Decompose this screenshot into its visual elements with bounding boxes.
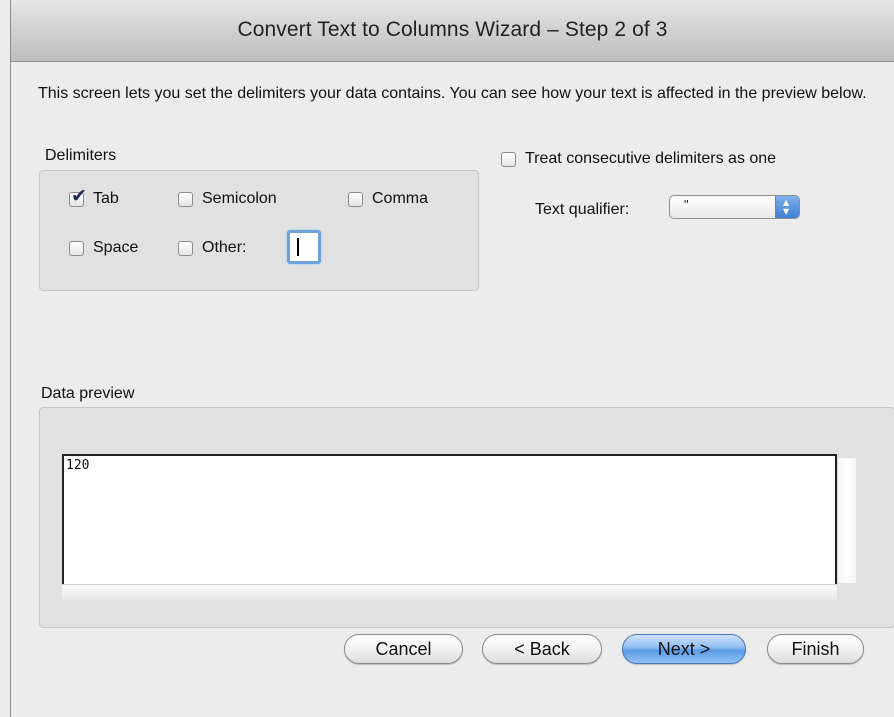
tab-checkbox-label: Tab xyxy=(93,190,119,207)
wizard-window: Convert Text to Columns Wizard – Step 2 … xyxy=(10,0,894,717)
space-checkbox-row[interactable]: Space xyxy=(69,239,138,257)
consecutive-checkbox-row[interactable]: Treat consecutive delimiters as one xyxy=(501,150,776,168)
data-preview-area[interactable]: 120 xyxy=(62,454,837,584)
window-title: Convert Text to Columns Wizard – Step 2 … xyxy=(237,18,668,41)
other-checkbox-row[interactable]: Other: xyxy=(178,239,246,257)
text-qualifier-label: Text qualifier: xyxy=(535,201,630,218)
space-checkbox[interactable] xyxy=(69,240,84,256)
semicolon-checkbox[interactable] xyxy=(178,191,193,207)
space-checkbox-label: Space xyxy=(93,239,139,256)
consecutive-checkbox[interactable] xyxy=(501,151,516,167)
delimiters-groupbox xyxy=(39,170,479,291)
back-button[interactable]: < Back xyxy=(482,634,602,664)
semicolon-checkbox-label: Semicolon xyxy=(202,190,277,207)
semicolon-checkbox-row[interactable]: Semicolon xyxy=(178,190,277,208)
comma-checkbox[interactable] xyxy=(348,191,363,207)
text-caret xyxy=(297,238,299,256)
delimiters-group-label: Delimiters xyxy=(45,147,117,164)
up-down-arrows-icon: ▲ ▼ xyxy=(775,196,799,218)
title-bar[interactable]: Convert Text to Columns Wizard – Step 2 … xyxy=(11,0,894,62)
other-checkbox-label: Other: xyxy=(202,239,247,256)
tab-checkbox-row[interactable]: ✔ Tab xyxy=(69,186,119,208)
preview-row: 120 xyxy=(66,458,90,473)
other-checkbox[interactable] xyxy=(178,240,193,256)
comma-checkbox-row[interactable]: Comma xyxy=(348,190,428,208)
checkmark-icon: ✔ xyxy=(71,184,87,207)
text-qualifier-value: " xyxy=(684,197,689,212)
preview-vertical-scrollbar[interactable] xyxy=(837,458,856,583)
finish-button[interactable]: Finish xyxy=(767,634,864,664)
text-qualifier-popup[interactable]: " ▲ ▼ xyxy=(669,195,800,219)
comma-checkbox-label: Comma xyxy=(372,190,429,207)
tab-checkbox[interactable]: ✔ xyxy=(69,186,87,207)
consecutive-checkbox-label: Treat consecutive delimiters as one xyxy=(525,150,777,167)
intro-text: This screen lets you set the delimiters … xyxy=(38,85,867,102)
cancel-button[interactable]: Cancel xyxy=(344,634,463,664)
other-delimiter-input[interactable] xyxy=(287,230,321,264)
next-button[interactable]: Next > xyxy=(622,634,746,664)
preview-horizontal-scrollbar[interactable] xyxy=(62,584,837,600)
data-preview-label: Data preview xyxy=(41,385,135,402)
